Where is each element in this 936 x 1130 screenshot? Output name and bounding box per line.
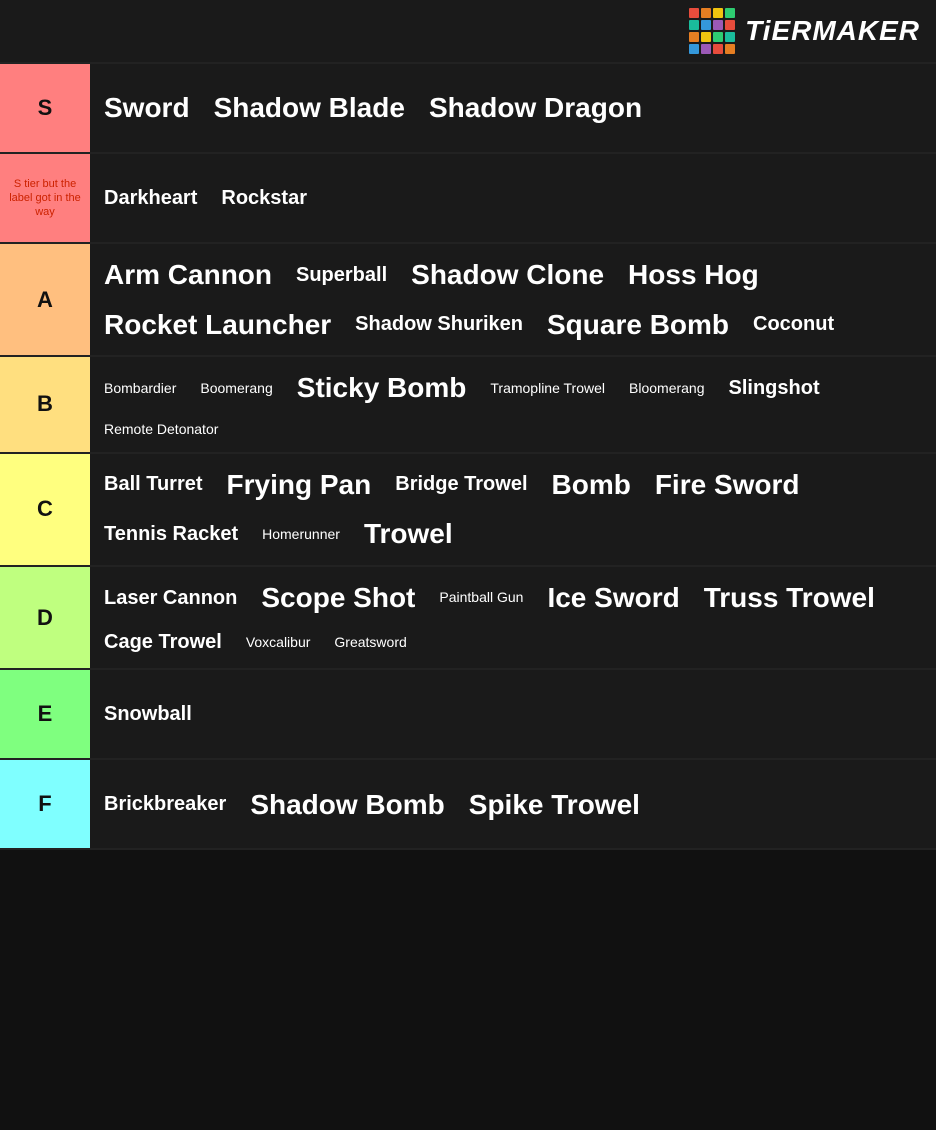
logo-cell <box>689 44 699 54</box>
logo-cell <box>713 44 723 54</box>
list-item[interactable]: Shadow Blade <box>204 85 415 131</box>
list-item[interactable]: Arm Cannon <box>94 252 282 298</box>
logo-cell <box>701 8 711 18</box>
logo-cell <box>713 32 723 42</box>
logo-cell <box>713 20 723 30</box>
list-item[interactable]: Rocket Launcher <box>94 302 341 348</box>
list-item[interactable]: Shadow Dragon <box>419 85 652 131</box>
list-item[interactable]: Bloomerang <box>619 374 715 403</box>
list-item[interactable]: Brickbreaker <box>94 786 236 822</box>
list-item[interactable]: Coconut <box>743 306 844 342</box>
list-item[interactable]: Tennis Racket <box>94 516 248 552</box>
list-item[interactable]: Ball Turret <box>94 466 213 502</box>
list-item[interactable]: Shadow Bomb <box>240 782 454 828</box>
logo-cell <box>689 32 699 42</box>
logo-cell <box>701 32 711 42</box>
list-item[interactable]: Tramopline Trowel <box>480 374 615 403</box>
tier-content-e: Snowball <box>90 670 936 758</box>
list-item[interactable]: Homerunner <box>252 520 350 549</box>
tier-row-s2: S tier but the label got in the wayDarkh… <box>0 154 936 244</box>
tier-row-e: ESnowball <box>0 670 936 760</box>
tier-label-e: E <box>0 670 90 758</box>
list-item[interactable]: Square Bomb <box>537 302 739 348</box>
tier-label-s2: S tier but the label got in the way <box>0 154 90 242</box>
list-item[interactable]: Trowel <box>354 511 463 557</box>
app-container: TiERMAKER SSwordShadow BladeShadow Drago… <box>0 0 936 850</box>
list-item[interactable]: Spike Trowel <box>459 782 650 828</box>
tier-row-s: SSwordShadow BladeShadow Dragon <box>0 64 936 154</box>
list-item[interactable]: Scope Shot <box>251 575 425 621</box>
list-item[interactable]: Hoss Hog <box>618 252 769 298</box>
list-item[interactable]: Darkheart <box>94 180 207 216</box>
list-item[interactable]: Shadow Shuriken <box>345 306 533 342</box>
tier-row-a: AArm CannonSuperballShadow CloneHoss Hog… <box>0 244 936 357</box>
list-item[interactable]: Boomerang <box>190 374 282 403</box>
tier-content-f: BrickbreakerShadow BombSpike Trowel <box>90 760 936 848</box>
logo-cell <box>725 20 735 30</box>
tier-row-f: FBrickbreakerShadow BombSpike Trowel <box>0 760 936 850</box>
tier-label-s: S <box>0 64 90 152</box>
list-item[interactable]: Frying Pan <box>217 462 382 508</box>
list-item[interactable]: Sword <box>94 85 200 131</box>
tier-row-d: DLaser CannonScope ShotPaintball GunIce … <box>0 567 936 671</box>
list-item[interactable]: Remote Detonator <box>94 415 228 444</box>
list-item[interactable]: Snowball <box>94 696 202 732</box>
tier-content-s2: DarkheartRockstar <box>90 154 936 242</box>
list-item[interactable]: Slingshot <box>719 370 830 406</box>
logo-text: TiERMAKER <box>745 15 920 47</box>
list-item[interactable]: Voxcalibur <box>236 628 321 657</box>
list-item[interactable]: Rockstar <box>211 180 317 216</box>
tier-rows: SSwordShadow BladeShadow DragonS tier bu… <box>0 64 936 850</box>
list-item[interactable]: Superball <box>286 257 397 293</box>
tier-content-d: Laser CannonScope ShotPaintball GunIce S… <box>90 567 936 669</box>
list-item[interactable]: Paintball Gun <box>429 583 533 612</box>
tier-content-s: SwordShadow BladeShadow Dragon <box>90 64 936 152</box>
list-item[interactable]: Sticky Bomb <box>287 365 477 411</box>
list-item[interactable]: Shadow Clone <box>401 252 614 298</box>
tier-label-f: F <box>0 760 90 848</box>
tier-label-c: C <box>0 454 90 565</box>
logo-grid <box>689 8 735 54</box>
tier-row-b: BBombardierBoomerangSticky BombTramoplin… <box>0 357 936 453</box>
list-item[interactable]: Cage Trowel <box>94 624 232 660</box>
logo-cell <box>689 8 699 18</box>
logo-cell <box>689 20 699 30</box>
list-item[interactable]: Fire Sword <box>645 462 810 508</box>
logo-cell <box>701 44 711 54</box>
list-item[interactable]: Greatsword <box>324 628 416 657</box>
logo-cell <box>725 8 735 18</box>
tier-content-c: Ball TurretFrying PanBridge TrowelBombFi… <box>90 454 936 565</box>
logo-cell <box>725 44 735 54</box>
tiermaker-logo: TiERMAKER <box>689 8 920 54</box>
logo-cell <box>701 20 711 30</box>
tier-label-d: D <box>0 567 90 669</box>
tier-label-b: B <box>0 357 90 451</box>
list-item[interactable]: Bomb <box>542 462 641 508</box>
logo-cell <box>713 8 723 18</box>
tier-row-c: CBall TurretFrying PanBridge TrowelBombF… <box>0 454 936 567</box>
list-item[interactable]: Bombardier <box>94 374 186 403</box>
tier-content-b: BombardierBoomerangSticky BombTramopline… <box>90 357 936 451</box>
logo-cell <box>725 32 735 42</box>
tier-label-a: A <box>0 244 90 355</box>
list-item[interactable]: Ice Sword <box>537 575 689 621</box>
header: TiERMAKER <box>0 0 936 64</box>
list-item[interactable]: Laser Cannon <box>94 580 247 616</box>
tier-content-a: Arm CannonSuperballShadow CloneHoss Hog R… <box>90 244 936 355</box>
list-item[interactable]: Bridge Trowel <box>385 466 537 502</box>
list-item[interactable]: Truss Trowel <box>694 575 885 621</box>
